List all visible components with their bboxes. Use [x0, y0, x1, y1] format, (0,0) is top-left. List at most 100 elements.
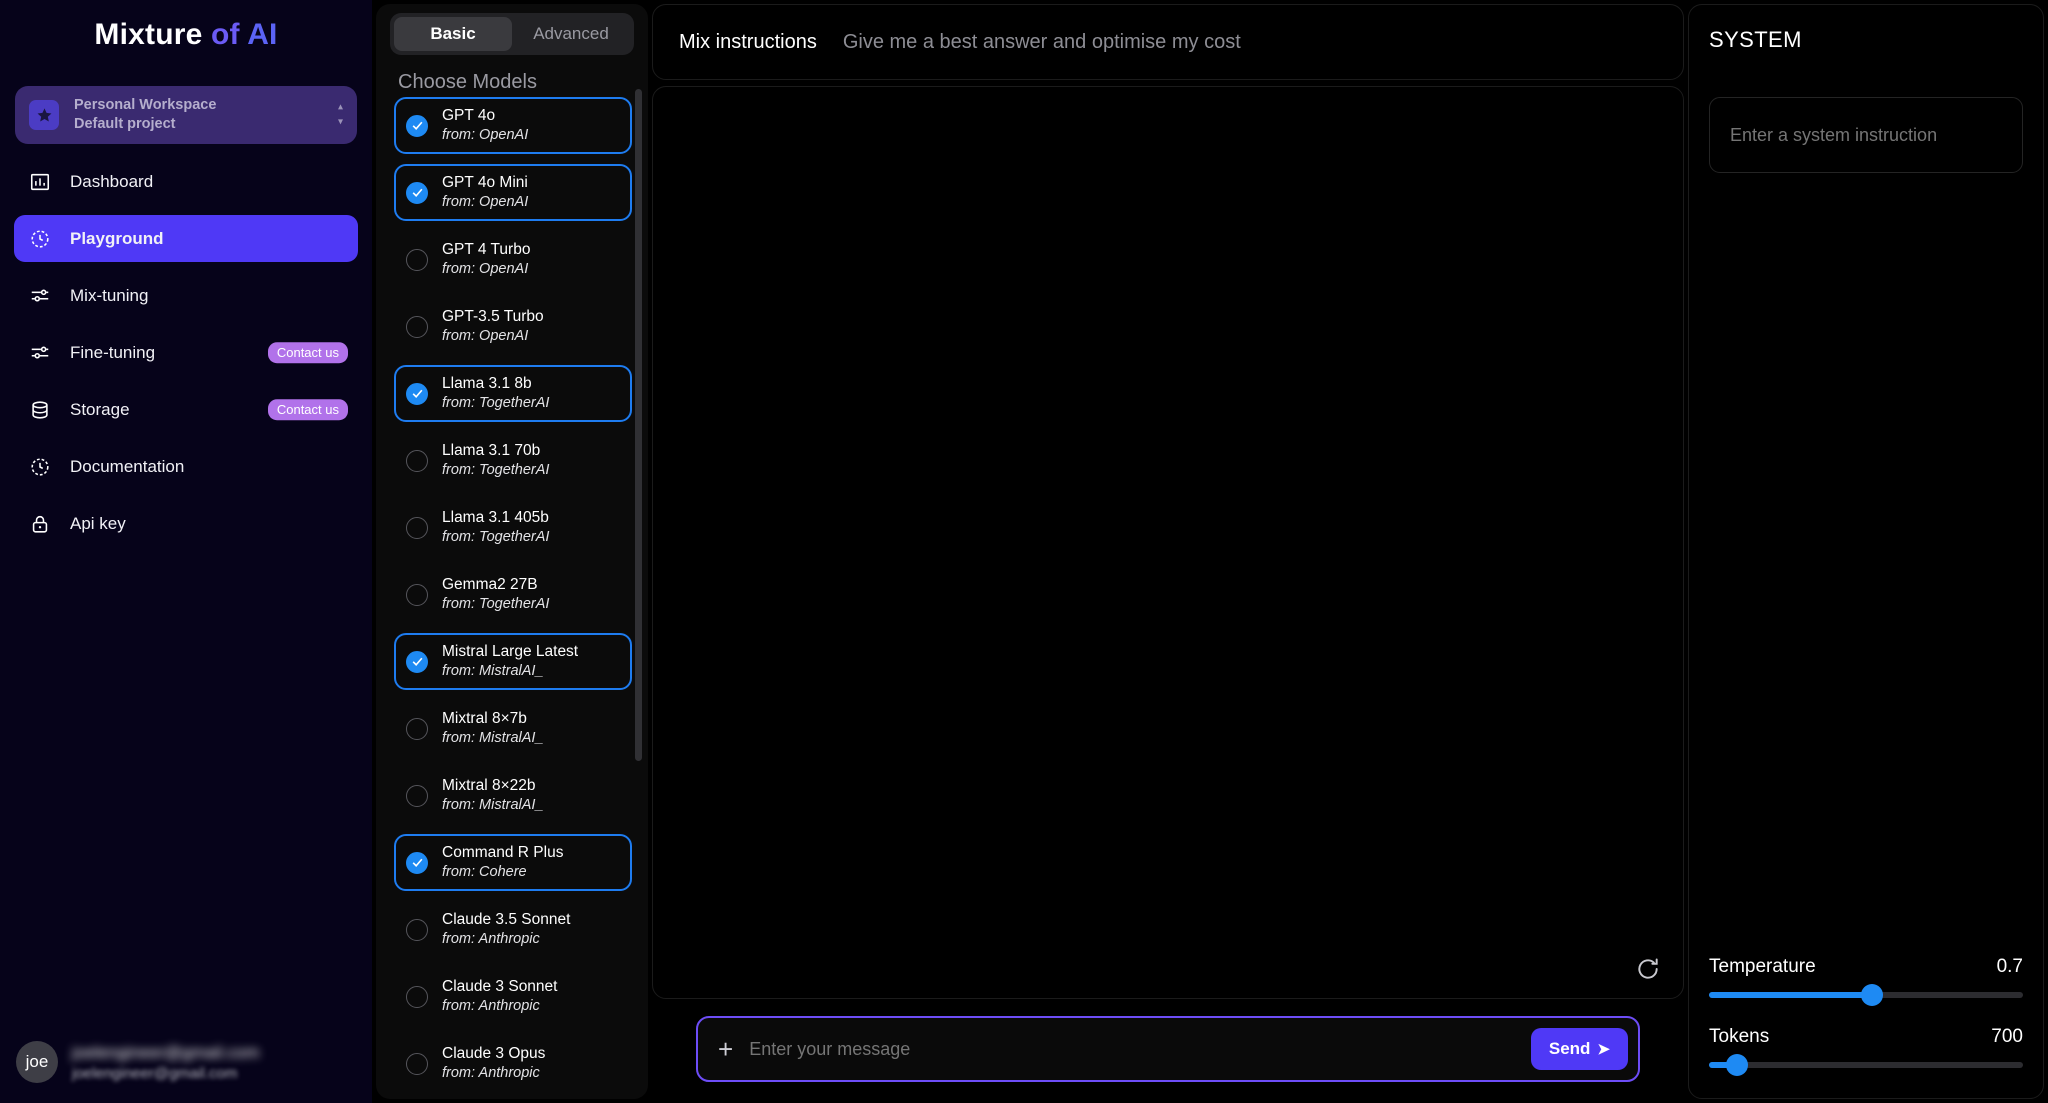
model-option[interactable]: Gemma2 27B from: TogetherAI	[394, 566, 632, 623]
model-option[interactable]: Claude 3 Sonnet from: Anthropic	[394, 968, 632, 1025]
model-name: GPT 4o Mini	[442, 173, 528, 191]
model-provider: from: OpenAI	[442, 127, 529, 144]
tokens-slider[interactable]	[1709, 1054, 2023, 1076]
mix-instructions-bar[interactable]: Mix instructions Give me a best answer a…	[652, 4, 1684, 80]
model-name: Claude 3.5 Sonnet	[442, 910, 571, 928]
sidebar-item-label: Api key	[70, 513, 126, 533]
model-option[interactable]: GPT 4o Mini from: OpenAI	[394, 164, 632, 221]
model-provider: from: MistralAI_	[442, 663, 544, 680]
checkbox-unchecked-icon[interactable]	[406, 985, 428, 1008]
checkbox-unchecked-icon[interactable]	[406, 583, 428, 606]
plus-icon[interactable]: +	[718, 1036, 733, 1062]
system-instruction-input[interactable]	[1709, 97, 2023, 173]
model-option[interactable]: Mistral Large Latest from: MistralAI_	[394, 633, 632, 690]
mix-instructions-value[interactable]: Give me a best answer and optimise my co…	[843, 31, 1241, 54]
user-meta: joelengineer@gmail.com joelengineer@gmai…	[72, 1043, 259, 1082]
model-option[interactable]: Command R Plus from: Cohere	[394, 834, 632, 891]
sidebar-item-label: Dashboard	[70, 171, 154, 191]
model-provider: from: TogetherAI	[442, 462, 550, 479]
model-name: Gemma2 27B	[442, 575, 538, 593]
checkbox-unchecked-icon[interactable]	[406, 516, 428, 539]
sidebar-item-fine-tuning[interactable]: Fine-tuning Contact us	[14, 329, 358, 376]
message-composer[interactable]: + Send ➤	[696, 1016, 1640, 1082]
send-button[interactable]: Send ➤	[1530, 1028, 1628, 1070]
tokens-value: 700	[1991, 1026, 2023, 1047]
model-name: Llama 3.1 8b	[442, 374, 532, 392]
temperature-fill	[1709, 992, 1873, 998]
chevron-updown-icon[interactable]: ▴ ▾	[338, 102, 343, 127]
model-option[interactable]: Mixtral 8×7b from: MistralAI_	[394, 700, 632, 757]
sidebar-item-api-key[interactable]: Api key	[14, 500, 358, 547]
checkbox-checked-icon[interactable]	[406, 382, 428, 405]
sidebar-item-dashboard[interactable]: Dashboard	[14, 158, 358, 205]
sidebar: Mixture of AI Personal Workspace Default…	[0, 0, 372, 1103]
temperature-header: Temperature 0.7	[1709, 956, 2023, 978]
refresh-icon[interactable]	[1635, 956, 1661, 982]
contact-us-badge[interactable]: Contact us	[267, 341, 348, 364]
model-option[interactable]: Mixtral 8×22b from: MistralAI_	[394, 767, 632, 824]
tab-advanced[interactable]: Advanced	[512, 17, 630, 51]
model-option[interactable]: Claude 3.5 Sonnet from: Anthropic	[394, 901, 632, 958]
model-provider: from: Anthropic	[442, 1065, 540, 1082]
tokens-thumb[interactable]	[1726, 1054, 1749, 1076]
user-email: joelengineer@gmail.com	[72, 1064, 238, 1082]
checkbox-unchecked-icon[interactable]	[406, 717, 428, 740]
model-provider: from: Cohere	[442, 864, 527, 881]
tab-basic[interactable]: Basic	[394, 17, 512, 51]
model-option[interactable]: GPT 4o from: OpenAI	[394, 97, 632, 154]
send-arrow-icon: ➤	[1597, 1041, 1610, 1058]
checkbox-checked-icon[interactable]	[406, 181, 428, 204]
sidebar-item-mix-tuning[interactable]: Mix-tuning	[14, 272, 358, 319]
models-list[interactable]: GPT 4o from: OpenAI GPT 4o Mini from: Open…	[376, 97, 648, 1099]
clock-dashed-icon	[28, 455, 52, 479]
model-provider: from: MistralAI_	[442, 730, 544, 747]
temperature-thumb[interactable]	[1861, 984, 1884, 1006]
model-option[interactable]: GPT 4 Turbo from: OpenAI	[394, 231, 632, 288]
chat-transcript-area	[652, 86, 1684, 999]
model-provider: from: OpenAI	[442, 194, 529, 211]
checkbox-unchecked-icon[interactable]	[406, 1052, 428, 1075]
chart-bars-icon	[28, 170, 52, 194]
star-icon	[29, 100, 59, 130]
model-name: Llama 3.1 405b	[442, 508, 549, 526]
choose-models-title: Choose Models	[398, 71, 537, 93]
model-provider: from: OpenAI	[442, 328, 529, 345]
database-icon	[28, 398, 52, 422]
models-scrollbar[interactable]	[635, 89, 642, 761]
user-name: joelengineer@gmail.com	[72, 1042, 260, 1062]
contact-us-badge[interactable]: Contact us	[267, 398, 348, 421]
temperature-value: 0.7	[1996, 956, 2023, 977]
temperature-slider-block: Temperature 0.7	[1709, 956, 2023, 1006]
workspace-project: Default project	[74, 116, 176, 132]
workspace-name: Personal Workspace	[74, 96, 217, 113]
checkbox-unchecked-icon[interactable]	[406, 918, 428, 941]
sliders-icon	[28, 284, 52, 308]
model-name: GPT 4o	[442, 106, 496, 124]
checkbox-checked-icon[interactable]	[406, 114, 428, 137]
model-name: Mixtral 8×7b	[442, 709, 527, 727]
message-input[interactable]	[749, 1038, 1531, 1060]
checkbox-unchecked-icon[interactable]	[406, 315, 428, 338]
checkbox-checked-icon[interactable]	[406, 650, 428, 673]
checkbox-unchecked-icon[interactable]	[406, 449, 428, 472]
model-option[interactable]: Llama 3.1 405b from: TogetherAI	[394, 499, 632, 556]
workspace-selector[interactable]: Personal Workspace Default project ▴ ▾	[15, 86, 357, 144]
model-option[interactable]: Llama 3.1 70b from: TogetherAI	[394, 432, 632, 489]
model-option[interactable]: Claude 3 Opus from: Anthropic	[394, 1035, 632, 1092]
model-option[interactable]: GPT-3.5 Turbo from: OpenAI	[394, 298, 632, 355]
sidebar-item-label: Documentation	[70, 456, 185, 476]
tokens-header: Tokens 700	[1709, 1026, 2023, 1048]
model-parameters: Temperature 0.7 Tokens 700	[1709, 956, 2023, 1098]
checkbox-checked-icon[interactable]	[406, 851, 428, 874]
checkbox-unchecked-icon[interactable]	[406, 248, 428, 271]
sidebar-item-playground[interactable]: Playground	[14, 215, 358, 262]
sliders-icon	[28, 341, 52, 365]
sidebar-item-storage[interactable]: Storage Contact us	[14, 386, 358, 433]
brand-part-2: of	[202, 18, 248, 51]
temperature-slider[interactable]	[1709, 984, 2023, 1006]
user-profile[interactable]: joe joelengineer@gmail.com joelengineer@…	[0, 1041, 372, 1083]
sidebar-item-label: Playground	[70, 228, 164, 248]
sidebar-item-documentation[interactable]: Documentation	[14, 443, 358, 490]
checkbox-unchecked-icon[interactable]	[406, 784, 428, 807]
model-option[interactable]: Llama 3.1 8b from: TogetherAI	[394, 365, 632, 422]
